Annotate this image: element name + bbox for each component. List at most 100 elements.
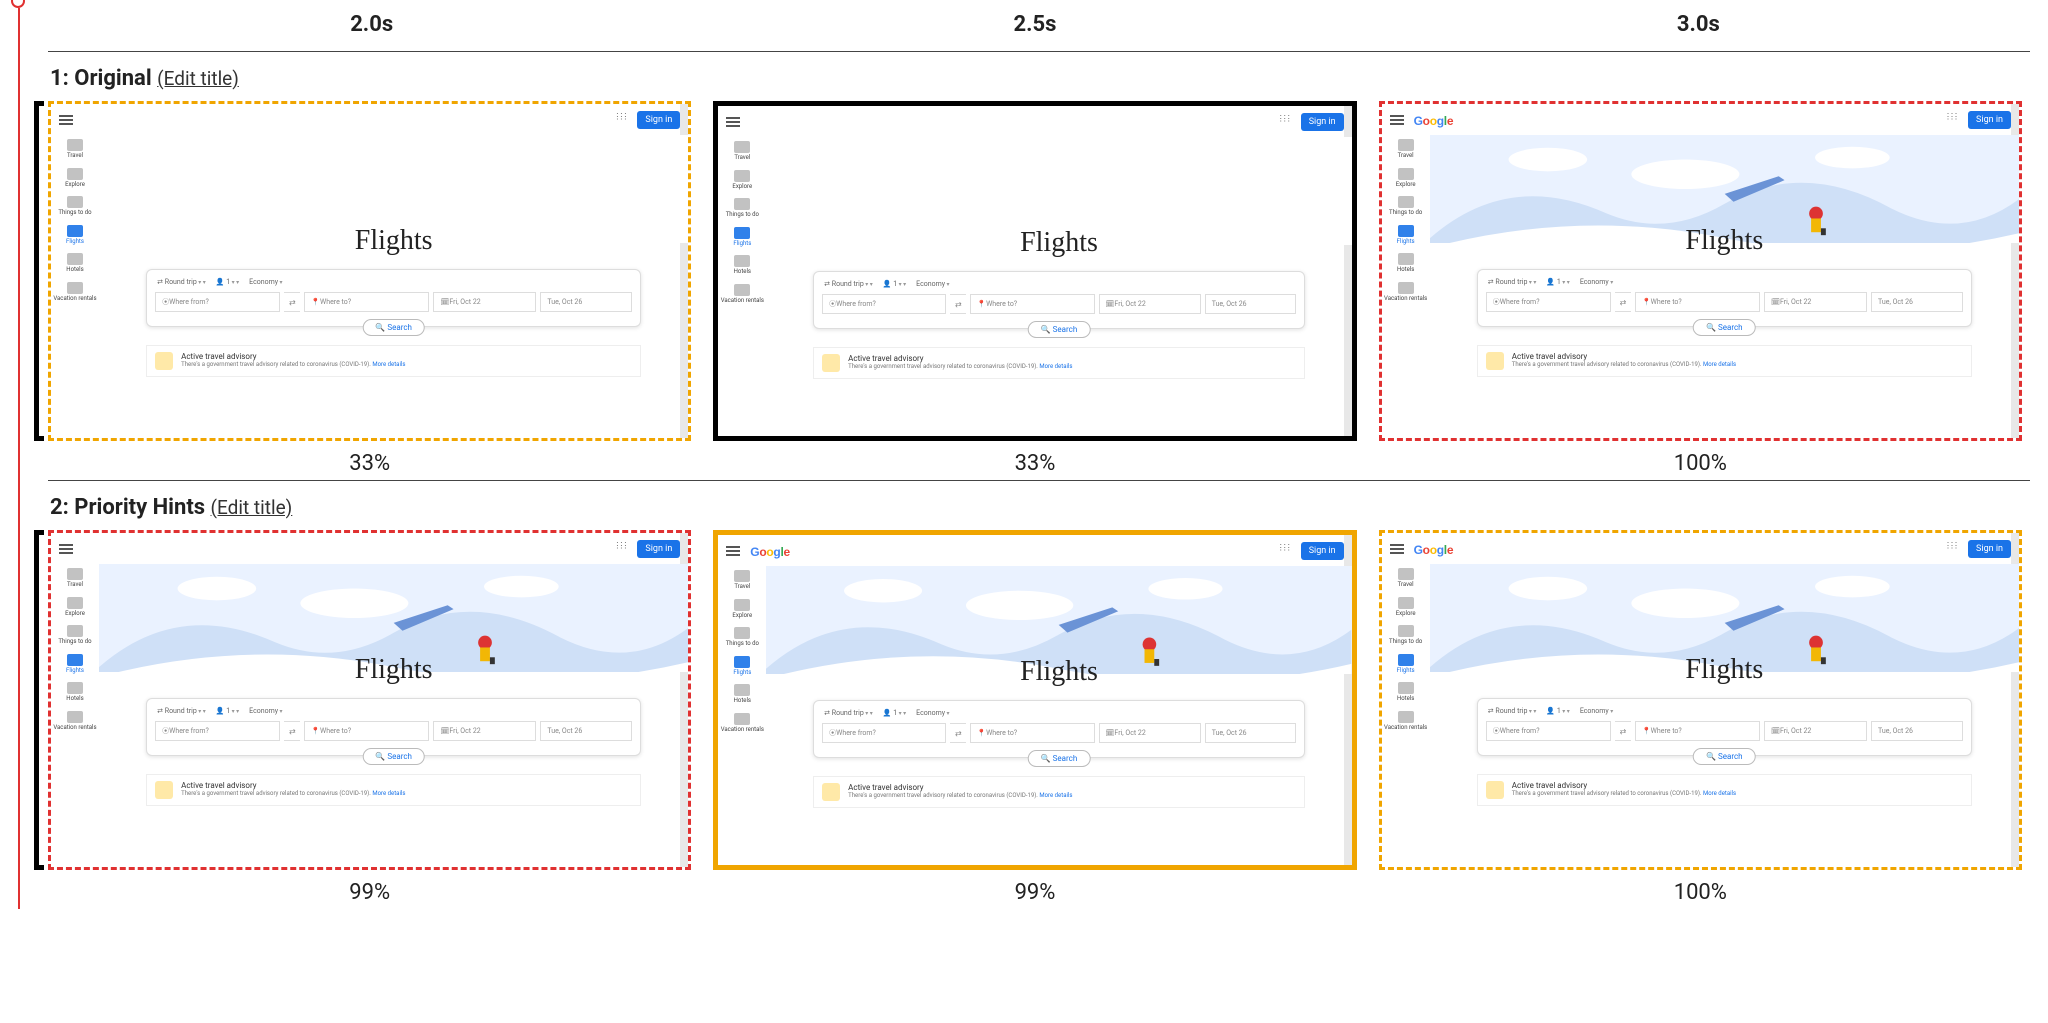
sidebar-item: Explore <box>720 599 764 620</box>
filmstrip-frame[interactable]: Google Sign in TravelExploreThings to do… <box>48 101 691 441</box>
search-card: ⇄ Round trip 👤 1 Economy ⦿ Where from? ⇄… <box>813 271 1305 329</box>
pax-chip: 👤 1 <box>216 278 239 286</box>
hamburger-icon <box>726 546 740 556</box>
date-to-field: Tue, Oct 26 <box>1205 294 1296 314</box>
sidebar-item: Vacation rentals <box>1384 282 1428 303</box>
filmstrip-frame[interactable]: Google Sign in TravelExploreThings to do… <box>1379 101 2022 441</box>
to-field: 📍 Where to? <box>970 723 1094 743</box>
date-from-field: 🗓 Fri, Oct 22 <box>1099 723 1201 743</box>
visual-complete-pct: 99% <box>1015 870 1056 909</box>
sidebar-item: Travel <box>1384 139 1428 160</box>
sidebar-item: Travel <box>53 139 97 160</box>
advisory-banner: Active travel advisory There's a governm… <box>146 774 641 806</box>
to-field: 📍 Where to? <box>304 292 429 312</box>
filmstrip-frame[interactable]: Google Sign in TravelExploreThings to do… <box>713 530 1356 870</box>
hero-title: Flights <box>1685 225 1763 257</box>
cabin-chip: Economy <box>1580 707 1613 715</box>
search-card: ⇄ Round trip 👤 1 Economy ⦿ Where from? ⇄… <box>813 700 1305 758</box>
sidebar-item: Vacation rentals <box>720 284 764 305</box>
advisory-banner: Active travel advisory There's a governm… <box>813 776 1305 808</box>
sign-in-button: Sign in <box>1301 542 1344 560</box>
trip-chip: ⇄ Round trip <box>824 709 873 717</box>
date-to-field: Tue, Oct 26 <box>1871 292 1963 312</box>
swap-icon: ⇄ <box>950 723 966 743</box>
to-field: 📍 Where to? <box>1635 721 1760 741</box>
search-button: 🔍 Search <box>1028 321 1091 338</box>
advisory-icon <box>822 783 840 801</box>
visual-complete-pct: 33% <box>1015 441 1056 480</box>
sidebar-item: Flights <box>1384 654 1428 675</box>
sidebar-item: Things to do <box>1384 196 1428 217</box>
mini-sidebar: TravelExploreThings to doFlightsHotelsVa… <box>51 135 99 443</box>
mini-sidebar: TravelExploreThings to doFlightsHotelsVa… <box>718 137 766 441</box>
advisory-title: Active travel advisory <box>181 781 405 790</box>
sidebar-item: Hotels <box>53 253 97 274</box>
advisory-title: Active travel advisory <box>848 354 1072 363</box>
sidebar-item: Vacation rentals <box>1384 711 1428 732</box>
search-button: 🔍 Search <box>362 319 425 336</box>
hamburger-icon <box>1390 115 1404 125</box>
sidebar-item: Flights <box>1384 225 1428 246</box>
hero-title: Flights <box>1020 227 1098 259</box>
search-card: ⇄ Round trip 👤 1 Economy ⦿ Where from? ⇄… <box>1477 698 1972 756</box>
advisory-icon <box>155 781 173 799</box>
date-from-field: 🗓 Fri, Oct 22 <box>1764 721 1867 741</box>
hero-title: Flights <box>1685 654 1763 686</box>
cabin-chip: Economy <box>916 280 949 288</box>
sign-in-button: Sign in <box>1301 113 1344 131</box>
sidebar-item: Vacation rentals <box>720 713 764 734</box>
hamburger-icon <box>59 115 73 125</box>
sidebar-item: Flights <box>720 227 764 248</box>
advisory-detail: There's a government travel advisory rel… <box>1512 361 1736 368</box>
sidebar-item: Hotels <box>720 684 764 705</box>
filmstrip-frame[interactable]: Google Sign in TravelExploreThings to do… <box>48 530 691 870</box>
date-from-field: 🗓 Fri, Oct 22 <box>433 292 536 312</box>
sidebar-item: Things to do <box>53 625 97 646</box>
pax-chip: 👤 1 <box>883 709 906 717</box>
apps-grid-icon <box>1277 116 1289 128</box>
lcp-bracket <box>34 101 44 441</box>
advisory-banner: Active travel advisory There's a governm… <box>146 345 641 377</box>
advisory-banner: Active travel advisory There's a governm… <box>1477 774 1972 806</box>
advisory-icon <box>155 352 173 370</box>
sidebar-item: Things to do <box>720 627 764 648</box>
mini-sidebar: TravelExploreThings to doFlightsHotelsVa… <box>51 564 99 872</box>
pax-chip: 👤 1 <box>1546 278 1569 286</box>
sidebar-item: Vacation rentals <box>53 282 97 303</box>
filmstrip-frame[interactable]: Google Sign in TravelExploreThings to do… <box>1379 530 2022 870</box>
advisory-title: Active travel advisory <box>848 783 1072 792</box>
advisory-icon <box>822 354 840 372</box>
advisory-title: Active travel advisory <box>1512 352 1736 361</box>
sidebar-item: Things to do <box>53 196 97 217</box>
hamburger-icon <box>726 117 740 127</box>
hamburger-icon <box>1390 544 1404 554</box>
pax-chip: 👤 1 <box>1546 707 1569 715</box>
apps-grid-icon <box>613 543 625 555</box>
mini-sidebar: TravelExploreThings to doFlightsHotelsVa… <box>718 566 766 870</box>
visual-complete-pct: 100% <box>1674 441 1727 480</box>
swap-icon: ⇄ <box>284 721 300 741</box>
filmstrip-frame[interactable]: Google Sign in TravelExploreThings to do… <box>713 101 1356 441</box>
sidebar-item: Flights <box>53 225 97 246</box>
to-field: 📍 Where to? <box>1635 292 1760 312</box>
time-col-0: 2.0s <box>40 12 703 37</box>
search-button: 🔍 Search <box>1693 319 1756 336</box>
swap-icon: ⇄ <box>950 294 966 314</box>
sidebar-item: Things to do <box>720 198 764 219</box>
edit-title-link[interactable]: (Edit title) <box>211 496 293 519</box>
sidebar-item: Explore <box>53 597 97 618</box>
apps-grid-icon <box>1277 545 1289 557</box>
sidebar-item: Explore <box>720 170 764 191</box>
edit-title-link[interactable]: (Edit title) <box>157 67 239 90</box>
advisory-banner: Active travel advisory There's a governm… <box>1477 345 1972 377</box>
hero-title: Flights <box>355 654 433 686</box>
hero-title: Flights <box>355 225 433 257</box>
apps-grid-icon <box>613 114 625 126</box>
from-field: ⦿ Where from? <box>155 292 280 312</box>
mini-sidebar: TravelExploreThings to doFlightsHotelsVa… <box>1382 564 1430 872</box>
sign-in-button: Sign in <box>637 540 680 558</box>
apps-grid-icon <box>1944 114 1956 126</box>
sign-in-button: Sign in <box>637 111 680 129</box>
trip-chip: ⇄ Round trip <box>1488 707 1537 715</box>
row-title: 2: Priority Hints (Edit title) <box>40 481 2030 530</box>
